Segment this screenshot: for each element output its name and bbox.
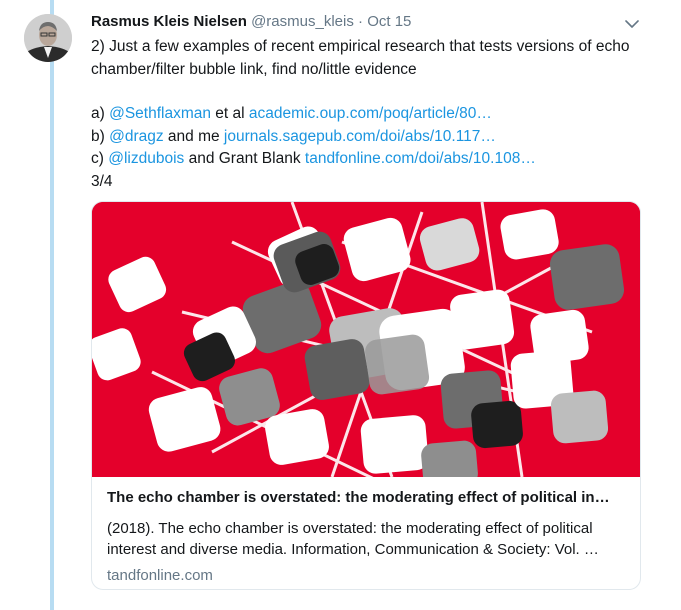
separator-dot: · bbox=[358, 13, 364, 30]
url-link[interactable]: journals.sagepub.com/doi/abs/10.117… bbox=[224, 128, 496, 145]
mention-link[interactable]: @dragz bbox=[109, 128, 164, 145]
avatar-photo bbox=[24, 14, 72, 62]
author-name[interactable]: Rasmus Kleis Nielsen bbox=[91, 13, 247, 30]
tweet-text-line: 2) Just a few examples of recent empiric… bbox=[91, 38, 630, 55]
author-handle[interactable]: @rasmus_kleis bbox=[251, 13, 354, 30]
tweet-text: 2) Just a few examples of recent empiric… bbox=[91, 36, 651, 193]
card-text[interactable]: The echo chamber is overstated: the mode… bbox=[107, 488, 627, 584]
thread-counter: 3/4 bbox=[91, 172, 113, 190]
avatar[interactable] bbox=[24, 14, 72, 62]
card-domain: tandfonline.com bbox=[107, 567, 213, 584]
network-illustration bbox=[92, 202, 640, 504]
reference-label: c) bbox=[91, 150, 109, 167]
reference-text: et al bbox=[211, 105, 249, 122]
card-image[interactable] bbox=[92, 202, 640, 504]
chevron-down-icon[interactable] bbox=[624, 16, 640, 32]
reference-label: b) bbox=[91, 127, 110, 145]
mention-link[interactable]: @lizdubois bbox=[108, 150, 184, 167]
link-card[interactable]: The echo chamber is overstated: the mode… bbox=[91, 201, 641, 590]
reference-text: and me bbox=[163, 127, 224, 145]
thread-line bbox=[50, 0, 54, 610]
url-link[interactable]: academic.oup.com/poq/article/80… bbox=[249, 105, 492, 122]
mention-link[interactable]: @Sethflaxman bbox=[109, 105, 211, 122]
reference-line-b: b) @dragz and me journals.sagepub.com/do… bbox=[91, 126, 651, 149]
tweet-header: Rasmus Kleis Nielsen @rasmus_kleis · Oct… bbox=[91, 13, 411, 30]
reference-text: and Grant Blank bbox=[184, 150, 305, 167]
reference-label: a) bbox=[91, 105, 110, 122]
url-link[interactable]: tandfonline.com/doi/abs/10.108… bbox=[305, 150, 536, 167]
reference-line-a: a) @Sethflaxman et al academic.oup.com/p… bbox=[91, 103, 651, 126]
card-title[interactable]: The echo chamber is overstated: the mode… bbox=[107, 488, 627, 508]
reference-line-c: c) @lizdubois and Grant Blank tandfonlin… bbox=[91, 148, 651, 171]
tweet-date[interactable]: Oct 15 bbox=[367, 13, 411, 30]
tweet-text-line: chamber/filter bubble link, find no/litt… bbox=[91, 60, 417, 78]
card-description: (2018). The echo chamber is overstated: … bbox=[107, 520, 599, 558]
